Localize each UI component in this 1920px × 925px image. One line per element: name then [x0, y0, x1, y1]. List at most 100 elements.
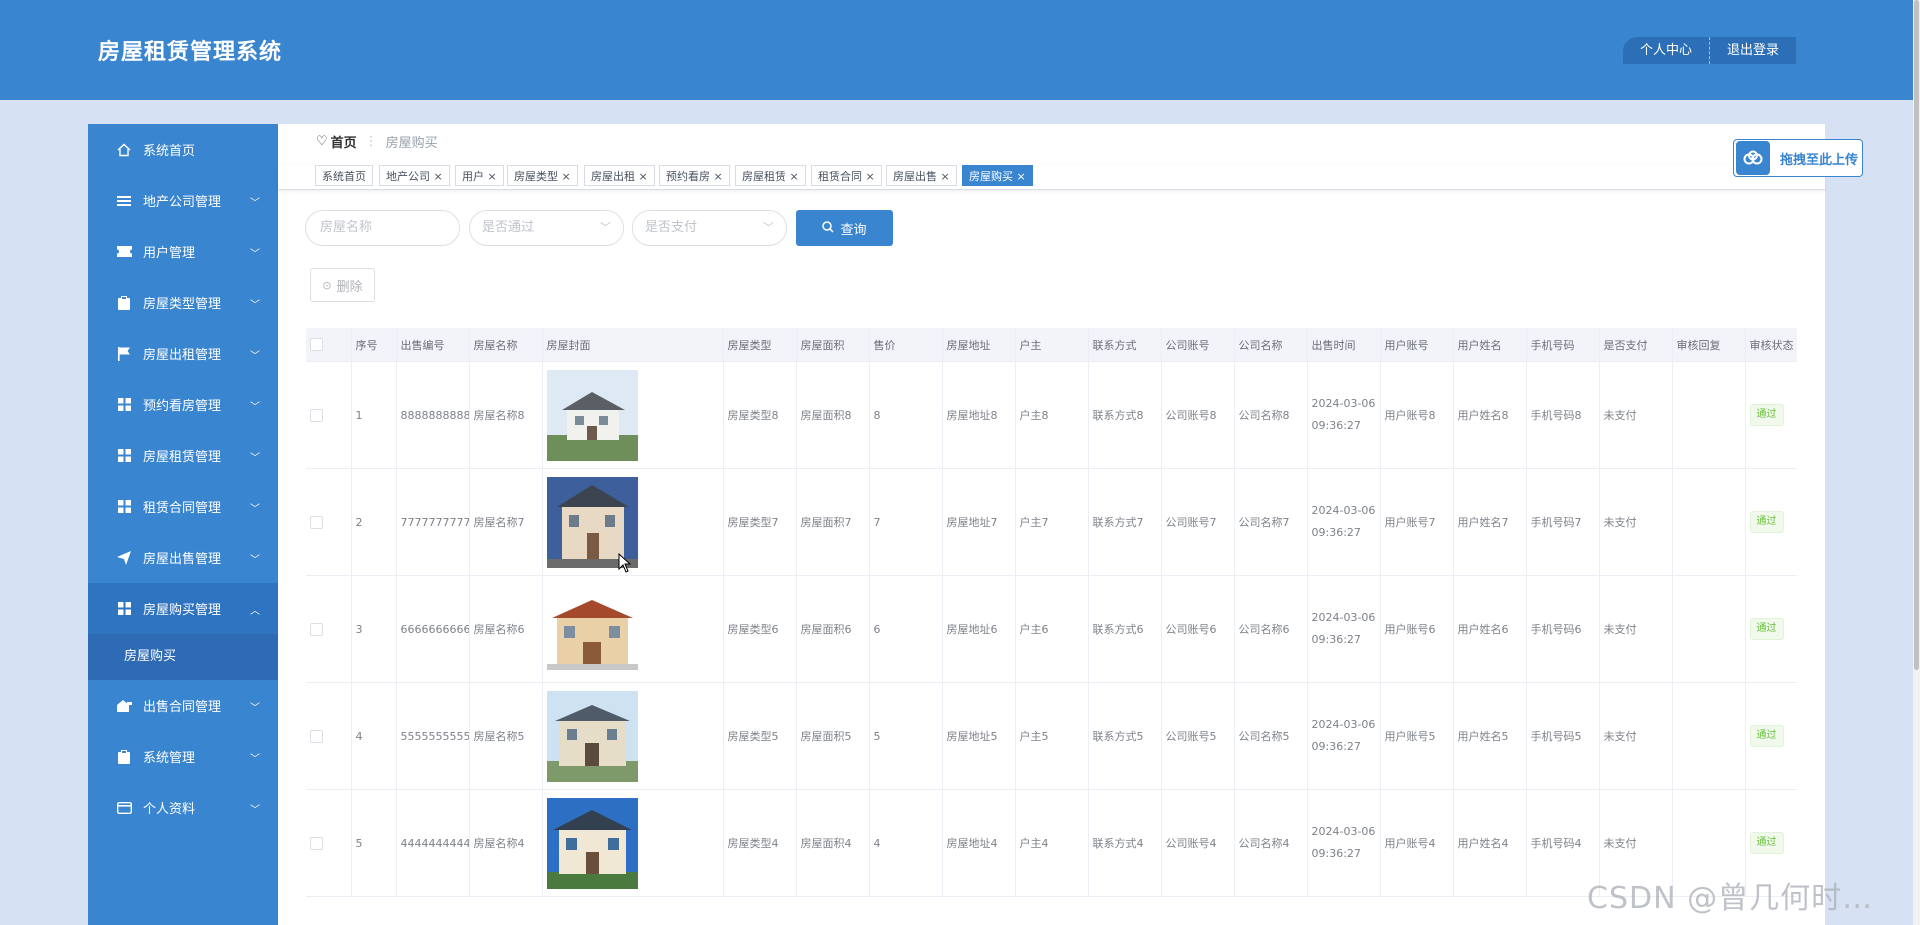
- sidebar-item-profile[interactable]: 个人资料 ﹀: [88, 782, 278, 833]
- sidebar-item-home[interactable]: 系统首页: [88, 124, 278, 175]
- sale-time-cell: 2024-03-06 09:36:27: [1307, 682, 1381, 790]
- audit-status-cell: 通过: [1745, 361, 1797, 469]
- row-select-cell[interactable]: [306, 468, 352, 576]
- row-select-cell[interactable]: [306, 682, 352, 790]
- tag-users[interactable]: 用户 ×: [455, 165, 504, 186]
- house-name-cell: 房屋名称6: [469, 575, 543, 683]
- price-cell: 5: [869, 682, 943, 790]
- sidebar-item-lease[interactable]: 房屋租赁管理 ﹀: [88, 430, 278, 481]
- tag-house-type[interactable]: 房屋类型 ×: [507, 165, 578, 186]
- table-row[interactable]: 2 7777777777 房屋名称7 房屋类型7 房屋面积7 7 房屋地址7 户主7 联系方式7…: [306, 468, 1797, 576]
- row-index-cell: 1: [351, 361, 397, 469]
- phone-cell: 手机号码7: [1526, 468, 1600, 576]
- tag-lease-contract[interactable]: 租赁合同 ×: [811, 165, 882, 186]
- house-cover-image[interactable]: [546, 797, 719, 889]
- tag-purchase[interactable]: 房屋购买 ×: [962, 165, 1033, 186]
- row-checkbox[interactable]: [310, 729, 323, 743]
- house-cover-image[interactable]: [546, 690, 719, 782]
- row-select-cell[interactable]: [306, 361, 352, 469]
- submenu-item-purchase[interactable]: 房屋购买: [88, 634, 278, 680]
- sidebar-item-label: 系统管理: [143, 751, 196, 766]
- ticket-icon: [116, 244, 132, 260]
- table-row[interactable]: 4 5555555555 房屋名称5 房屋类型5 房屋面积5 5 房屋地址5 户主5 联系方式5…: [306, 682, 1797, 790]
- tag-company[interactable]: 地产公司 ×: [379, 165, 450, 186]
- drag-upload-button[interactable]: 拖拽至此上传: [1733, 139, 1863, 177]
- close-icon[interactable]: ×: [941, 170, 950, 183]
- approved-select[interactable]: 是否通过 ﹀: [469, 210, 624, 246]
- close-icon[interactable]: ×: [714, 170, 723, 183]
- sidebar-item-users[interactable]: 用户管理 ﹀: [88, 226, 278, 277]
- close-icon[interactable]: ×: [866, 170, 875, 183]
- sidebar-item-label: 租赁合同管理: [143, 501, 222, 516]
- sidebar-item-sale-contract[interactable]: 出售合同管理 ﹀: [88, 680, 278, 731]
- user-account-cell: 用户账号8: [1380, 361, 1454, 469]
- row-select-cell[interactable]: [306, 789, 352, 897]
- price-cell: 6: [869, 575, 943, 683]
- row-checkbox[interactable]: [310, 515, 323, 529]
- app-title: 房屋租赁管理系统: [98, 40, 283, 65]
- close-icon[interactable]: ×: [639, 170, 648, 183]
- close-icon[interactable]: ×: [1017, 170, 1026, 183]
- house-address-cell: 房屋地址6: [942, 575, 1016, 683]
- tag-rent-out[interactable]: 房屋出租 ×: [584, 165, 655, 186]
- user-name-cell: 用户姓名6: [1453, 575, 1527, 683]
- row-checkbox[interactable]: [310, 622, 323, 636]
- house-cover-image[interactable]: [546, 369, 719, 461]
- column-header: 用户账号: [1380, 328, 1454, 362]
- column-header: 户主: [1015, 328, 1089, 362]
- row-select-cell[interactable]: [306, 575, 352, 683]
- house-name-cell: 房屋名称8: [469, 361, 543, 469]
- search-icon: [822, 220, 835, 236]
- user-name-cell: 用户姓名5: [1453, 682, 1527, 790]
- sidebar-item-system[interactable]: 系统管理 ﹀: [88, 731, 278, 782]
- select-all-cell[interactable]: [306, 328, 352, 362]
- select-all-checkbox[interactable]: [310, 338, 323, 352]
- close-icon[interactable]: ×: [488, 170, 497, 183]
- page-scrollbar[interactable]: [1913, 0, 1920, 925]
- close-icon[interactable]: ×: [790, 170, 799, 183]
- table-row[interactable]: 5 4444444444 房屋名称4 房屋类型4 房屋面积4 4 房屋地址4 户主4 联系方式4…: [306, 789, 1797, 897]
- house-cover-image[interactable]: [546, 583, 719, 675]
- tag-home[interactable]: 系统首页: [315, 165, 373, 186]
- column-header: 是否支付: [1599, 328, 1673, 362]
- sale-number-cell: 6666666666: [396, 575, 470, 683]
- house-area-cell: 房屋面积4: [796, 789, 870, 897]
- scrollbar-thumb[interactable]: [1914, 0, 1919, 670]
- sidebar-item-house-type[interactable]: 房屋类型管理 ﹀: [88, 277, 278, 328]
- house-cover-image[interactable]: [546, 476, 719, 568]
- personal-center-button[interactable]: 个人中心: [1623, 37, 1711, 64]
- sale-number-cell: 4444444444: [396, 789, 470, 897]
- row-index-cell: 3: [351, 575, 397, 683]
- close-icon[interactable]: ×: [562, 170, 571, 183]
- chevron-down-icon: ﹀: [600, 221, 611, 234]
- tag-sale[interactable]: 房屋出售 ×: [886, 165, 957, 186]
- table-row[interactable]: 3 6666666666 房屋名称6 房屋类型6 房屋面积6 6 房屋地址6 户主6 联系方式6…: [306, 575, 1797, 683]
- logout-button[interactable]: 退出登录: [1710, 37, 1797, 64]
- sidebar-item-lease-contract[interactable]: 租赁合同管理 ﹀: [88, 481, 278, 532]
- approved-placeholder: 是否通过: [482, 220, 535, 235]
- house-name-input[interactable]: [318, 219, 442, 236]
- sale-time-cell: 2024-03-06 09:36:27: [1307, 575, 1381, 683]
- delete-button[interactable]: ⊙ 删除: [310, 268, 375, 302]
- house-name-field[interactable]: [305, 210, 460, 246]
- column-header: 序号: [351, 328, 397, 362]
- table-row[interactable]: 1 8888888888 房屋名称8 房屋类型8 房屋面积8 8 房屋地址8 户主8 联系方式8…: [306, 361, 1797, 469]
- sidebar-item-company[interactable]: 地产公司管理 ﹀: [88, 175, 278, 226]
- tag-viewing[interactable]: 预约看房 ×: [659, 165, 730, 186]
- row-checkbox[interactable]: [310, 836, 323, 850]
- paid-select[interactable]: 是否支付 ﹀: [632, 210, 787, 246]
- company-account-cell: 公司账号8: [1161, 361, 1235, 469]
- search-button[interactable]: 查询: [796, 210, 893, 246]
- close-icon[interactable]: ×: [434, 170, 443, 183]
- row-checkbox[interactable]: [310, 408, 323, 422]
- sidebar-item-sale[interactable]: 房屋出售管理 ﹀: [88, 532, 278, 583]
- owner-cell: 户主4: [1015, 789, 1089, 897]
- breadcrumb-home[interactable]: 首页: [331, 132, 357, 151]
- sidebar-item-purchase[interactable]: 房屋购买管理 ︿: [88, 583, 278, 634]
- audit-reply-cell: [1672, 575, 1746, 683]
- sidebar-item-rent-out[interactable]: 房屋出租管理 ﹀: [88, 328, 278, 379]
- sidebar-item-viewing[interactable]: 预约看房管理 ﹀: [88, 379, 278, 430]
- status-badge: 通过: [1749, 832, 1784, 854]
- tag-lease[interactable]: 房屋租赁 ×: [735, 165, 806, 186]
- chevron-down-icon: ﹀: [250, 703, 260, 714]
